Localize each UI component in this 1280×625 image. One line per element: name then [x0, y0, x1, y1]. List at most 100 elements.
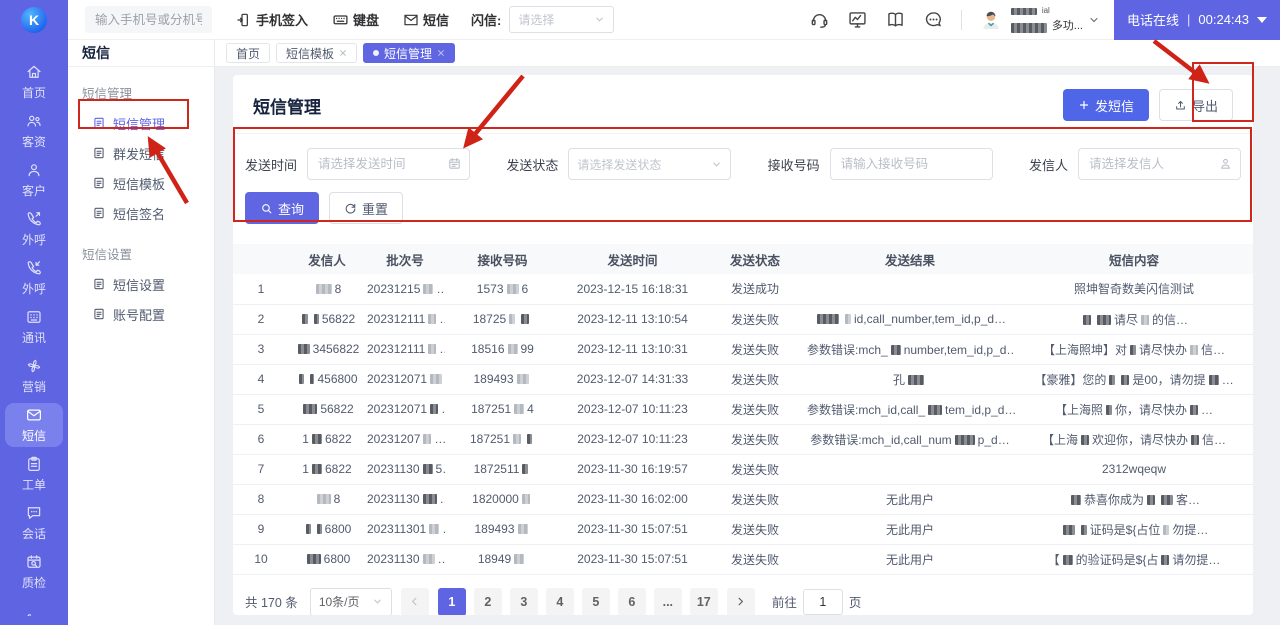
doc-icon	[92, 176, 106, 190]
cell-send-time: 2023-11-30 15:07:51	[560, 514, 705, 545]
export-button[interactable]: 导出	[1158, 89, 1233, 121]
table-row[interactable]: 9 6800 202311301… 189493 2023-11-30 15:0…	[233, 514, 1253, 545]
tab-label: 短信管理	[384, 46, 433, 61]
send-sms-button[interactable]: 发短信	[1062, 89, 1149, 121]
prev-page-button[interactable]	[400, 587, 429, 615]
submenu-item-sms-settings[interactable]: 短信设置	[68, 269, 214, 299]
table-row[interactable]: 6 16822 20231207… 187251 2023-12-07 10:1…	[233, 424, 1253, 455]
table-row[interactable]: 2 56822 202312111… 18725 2023-12-11 13:1…	[233, 304, 1253, 335]
goto-page-input[interactable]	[802, 588, 843, 615]
feedback-chat-icon[interactable]	[923, 9, 944, 30]
send-time-input[interactable]	[307, 148, 471, 180]
cell-recv-number: 18949	[445, 544, 560, 575]
table-body: 1 8 20231215… 15736 2023-12-15 16:18:31 …	[233, 274, 1253, 575]
filter-zone: 发送时间 发送状态 请选择发送状态 接收号码	[233, 133, 1253, 236]
cell-index: 7	[233, 454, 289, 485]
headset-icon[interactable]	[809, 9, 830, 30]
field-label-send-time: 发送时间	[245, 157, 298, 173]
submenu-item-bulk-sms[interactable]: 群发短信	[68, 138, 214, 168]
close-icon[interactable]	[339, 49, 347, 57]
page-button-3[interactable]: 3	[509, 587, 538, 615]
nav-item-session[interactable]: 会话	[5, 501, 63, 545]
tab-home[interactable]: 首页	[226, 43, 271, 63]
submenu-item-sms-signature[interactable]: 短信签名	[68, 198, 214, 228]
nav-item-leads[interactable]: 客资	[5, 109, 63, 153]
page-button-17[interactable]: 17	[689, 587, 718, 615]
flash-select[interactable]: 请选择	[509, 6, 615, 33]
table-row[interactable]: 8 8 20231130… 1820000 2023-11-30 16:02:0…	[233, 484, 1253, 515]
cell-send-result: 无此用户	[805, 514, 1015, 545]
pagination: 共 170 条 10条/页 123456...17 前往 页	[233, 575, 1253, 615]
nav-item-outbound-2[interactable]: 外呼	[5, 256, 63, 300]
nav-item-comm[interactable]: 通讯	[5, 305, 63, 349]
tab-sms-template[interactable]: 短信模板	[276, 43, 358, 63]
nav-item-sms[interactable]: 短信	[5, 403, 63, 447]
table-row[interactable]: 7 16822 202311305… 1872511 2023-11-30 16…	[233, 454, 1253, 485]
doc-icon	[92, 277, 106, 291]
reset-button[interactable]: 重置	[329, 192, 404, 224]
page-button-6[interactable]: 6	[617, 587, 646, 615]
cell-recv-number: 1573 6	[445, 274, 560, 305]
next-page-button[interactable]	[726, 587, 755, 615]
cell-index: 8	[233, 484, 289, 515]
submenu-item-sms-manage[interactable]: 短信管理	[68, 108, 214, 138]
col-send-result: 发送结果	[805, 244, 1015, 274]
nav-item-qc[interactable]: 质检	[5, 550, 63, 594]
cell-send-time: 2023-11-30 16:19:57	[560, 454, 705, 485]
app-logo[interactable]: K	[0, 0, 68, 40]
cell-sms-content: 2312wqeqw	[1015, 454, 1253, 485]
cell-recv-number: 187251	[445, 424, 560, 455]
tab-sms-manage[interactable]: 短信管理	[363, 43, 456, 63]
user-menu[interactable]: ial 多功...	[979, 6, 1100, 33]
page-button-2[interactable]: 2	[473, 587, 502, 615]
nav-item-customers[interactable]: 客户	[5, 158, 63, 202]
table-row[interactable]: 4 456800 202312071… 189493 2023-12-07 14…	[233, 364, 1253, 395]
cell-batch: 202312071…	[365, 364, 445, 395]
submenu-item-account-config[interactable]: 账号配置	[68, 299, 214, 329]
send-status-select[interactable]: 请选择发送状态	[568, 148, 732, 180]
query-button[interactable]: 查询	[245, 192, 320, 224]
close-icon[interactable]	[437, 49, 445, 57]
cell-send-result: id,call_number,tem_id,p_d…	[805, 304, 1015, 335]
nav-item-home[interactable]: 首页	[5, 60, 63, 104]
nav-item-workorder[interactable]: 工单	[5, 452, 63, 496]
cell-index: 10	[233, 544, 289, 575]
call-timer: 00:24:43	[1198, 12, 1249, 27]
table-row[interactable]: 3 3456822 202312111… 1851699 2023-12-11 …	[233, 334, 1253, 365]
nav-item-marketing[interactable]: 营销	[5, 354, 63, 398]
cell-index: 4	[233, 364, 289, 395]
page-button-1[interactable]: 1	[437, 587, 466, 615]
page-size-select[interactable]: 10条/页	[309, 587, 392, 615]
col-recv-number: 接收号码	[445, 244, 560, 274]
table-row[interactable]: 10 6800 20231130… 18949 2023-11-30 15:07…	[233, 544, 1253, 575]
page-button-5[interactable]: 5	[581, 587, 610, 615]
phone-signin-action[interactable]: 手机签入	[236, 10, 308, 29]
page-button-4[interactable]: 4	[545, 587, 574, 615]
cell-send-result: 无此用户	[805, 544, 1015, 575]
sms-action[interactable]: 短信	[403, 10, 449, 29]
keyboard-action[interactable]: 键盘	[332, 10, 379, 29]
cell-batch: 20231130…	[365, 484, 445, 515]
monitor-chart-icon[interactable]	[847, 9, 868, 30]
cell-send-status: 发送失败	[705, 424, 805, 455]
phone-status[interactable]: 电话在线 | 00:24:43	[1113, 0, 1280, 40]
sender-input[interactable]	[1078, 148, 1241, 180]
cell-send-status: 发送失败	[705, 544, 805, 575]
submenu-item-sms-template[interactable]: 短信模板	[68, 168, 214, 198]
cell-sender: 56822	[289, 304, 365, 335]
cell-sender: 8	[289, 274, 365, 305]
table-row[interactable]: 1 8 20231215… 15736 2023-12-15 16:18:31 …	[233, 274, 1253, 305]
nav-label: 通讯	[21, 331, 46, 345]
cell-index: 5	[233, 394, 289, 425]
table-row[interactable]: 5 56822 202312071… 1872514 2023-12-07 10…	[233, 394, 1253, 425]
export-icon	[1174, 99, 1187, 112]
submenu-item-label: 账号配置	[113, 307, 166, 323]
marketing-icon	[25, 357, 43, 375]
page-ellipsis[interactable]: ...	[653, 587, 682, 615]
search-input[interactable]	[85, 6, 212, 33]
nav-item-partial[interactable]	[5, 599, 63, 625]
recv-number-input[interactable]	[829, 148, 993, 180]
nav-item-outbound-1[interactable]: 外呼	[5, 207, 63, 251]
phone-status-label: 电话在线	[1126, 13, 1179, 28]
book-icon[interactable]	[885, 9, 906, 30]
